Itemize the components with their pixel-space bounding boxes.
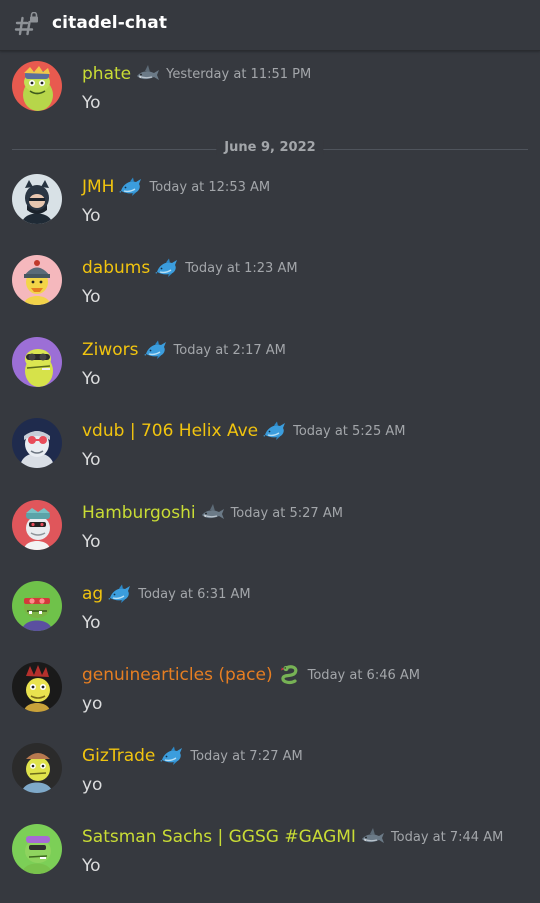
avatar[interactable] [12, 174, 62, 224]
dolphin-icon [263, 421, 287, 441]
message-content: yo [82, 694, 103, 714]
message-header: dabums Today at 1:23 AM [82, 255, 298, 281]
timestamp[interactable]: Today at 12:53 AM [149, 180, 270, 195]
message-header: ag Today at 6:31 AM [82, 581, 251, 607]
shark-icon [201, 503, 225, 523]
message-item: vdub | 706 Helix Ave Today at 5:25 AM Yo [0, 418, 540, 488]
username[interactable]: Satsman Sachs | GGSG #GAGMI [82, 826, 356, 848]
username[interactable]: vdub | 706 Helix Ave [82, 420, 258, 442]
dolphin-icon [108, 584, 132, 604]
shark-icon [136, 64, 160, 84]
message-item: Ziwors Today at 2:17 AM Yo [0, 337, 540, 407]
username[interactable]: genuinearticles (pace) [82, 664, 273, 686]
timestamp[interactable]: Today at 2:17 AM [174, 343, 286, 358]
message-content: Yo [82, 856, 101, 876]
message-header: GizTrade Today at 7:27 AM [82, 743, 303, 769]
timestamp[interactable]: Today at 7:44 AM [391, 830, 503, 845]
avatar[interactable] [12, 255, 62, 305]
message-list: phate Yesterday at 11:51 PM Yo June 9, 2… [0, 51, 540, 903]
channel-header: citadel-chat [0, 0, 540, 51]
dolphin-icon [155, 258, 179, 278]
message-item: genuinearticles (pace) Today at 6:46 AM … [0, 662, 540, 732]
message-content: Yo [82, 613, 101, 633]
avatar[interactable] [12, 743, 62, 793]
message-item: dabums Today at 1:23 AM Yo [0, 255, 540, 325]
username[interactable]: phate [82, 63, 131, 85]
divider-date: June 9, 2022 [216, 140, 324, 155]
message-header: genuinearticles (pace) Today at 6:46 AM [82, 662, 420, 688]
username[interactable]: ag [82, 583, 103, 605]
timestamp[interactable]: Today at 6:31 AM [138, 587, 250, 602]
message-content: Yo [82, 93, 101, 113]
message-header: Hamburgoshi Today at 5:27 AM [82, 500, 343, 526]
message-item: JMH Today at 12:53 AM Yo [0, 174, 540, 244]
dolphin-icon [144, 340, 168, 360]
message-content: Yo [82, 450, 101, 470]
shark-icon [361, 827, 385, 847]
message-content: Yo [82, 369, 101, 389]
hashtag-lock-icon [14, 11, 40, 38]
dolphin-icon [119, 177, 143, 197]
message-item: GizTrade Today at 7:27 AM yo [0, 743, 540, 813]
username[interactable]: Ziwors [82, 339, 139, 361]
username[interactable]: dabums [82, 257, 150, 279]
message-header: vdub | 706 Helix Ave Today at 5:25 AM [82, 418, 405, 444]
snake-icon [278, 665, 302, 685]
message-item: Satsman Sachs | GGSG #GAGMI Today at 7:4… [0, 824, 540, 894]
username[interactable]: GizTrade [82, 745, 155, 767]
message-header: phate Yesterday at 11:51 PM [82, 61, 311, 87]
message-header: Satsman Sachs | GGSG #GAGMI Today at 7:4… [82, 824, 503, 850]
message-item: ag Today at 6:31 AM Yo [0, 581, 540, 651]
message-content: Yo [82, 532, 101, 552]
message-header: Ziwors Today at 2:17 AM [82, 337, 286, 363]
date-divider: June 9, 2022 [12, 138, 528, 160]
timestamp[interactable]: Today at 7:27 AM [190, 749, 302, 764]
message-header: JMH Today at 12:53 AM [82, 174, 270, 200]
avatar[interactable] [12, 61, 62, 111]
timestamp[interactable]: Today at 1:23 AM [185, 261, 297, 276]
username[interactable]: Hamburgoshi [82, 502, 196, 524]
timestamp[interactable]: Today at 6:46 AM [308, 668, 420, 683]
message-content: Yo [82, 206, 101, 226]
dolphin-icon [160, 746, 184, 766]
timestamp[interactable]: Today at 5:25 AM [293, 424, 405, 439]
avatar[interactable] [12, 824, 62, 874]
channel-name[interactable]: citadel-chat [52, 13, 167, 33]
avatar[interactable] [12, 581, 62, 631]
avatar[interactable] [12, 337, 62, 387]
timestamp[interactable]: Today at 5:27 AM [231, 506, 343, 521]
avatar[interactable] [12, 500, 62, 550]
avatar[interactable] [12, 418, 62, 468]
timestamp[interactable]: Yesterday at 11:51 PM [166, 67, 311, 82]
username[interactable]: JMH [82, 176, 114, 198]
message-content: yo [82, 775, 103, 795]
message-item: Hamburgoshi Today at 5:27 AM Yo [0, 500, 540, 570]
message-item: phate Yesterday at 11:51 PM Yo [0, 61, 540, 131]
message-content: Yo [82, 287, 101, 307]
avatar[interactable] [12, 662, 62, 712]
